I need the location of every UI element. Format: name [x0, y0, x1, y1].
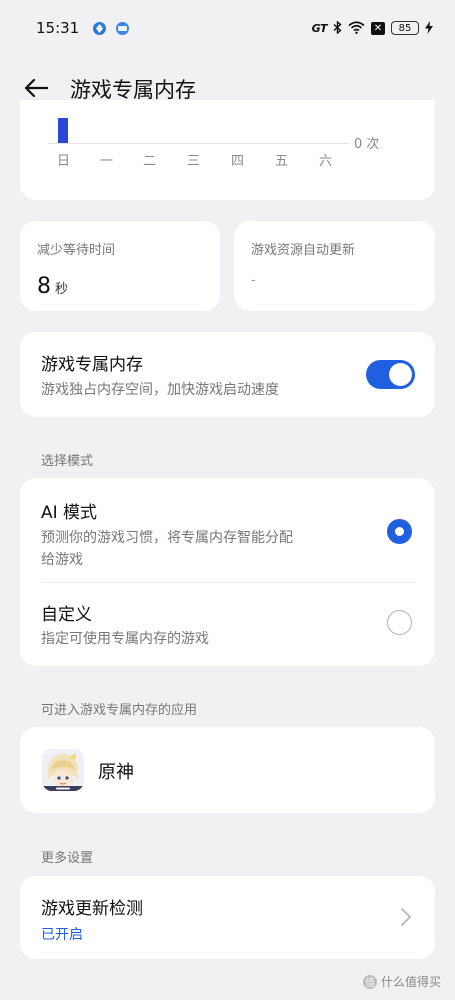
ai-mode-subtitle-line2: 给游戏: [41, 552, 83, 568]
back-button[interactable]: [22, 74, 50, 102]
custom-mode-option[interactable]: 自定义 指定可使用专属内存的游戏: [20, 583, 435, 666]
ai-mode-title: AI 模式: [41, 503, 98, 523]
dedicated-memory-setting[interactable]: 游戏专属内存 游戏独占内存空间，加快游戏启动速度: [20, 332, 435, 417]
watermark: 值 什么值得买: [362, 973, 441, 990]
apps-section-label: 可进入游戏专属内存的应用: [41, 703, 198, 718]
update-check-title: 游戏更新检测: [41, 899, 143, 919]
mode-options-card: AI 模式 预测你的游戏习惯，将专属内存智能分配 给游戏 自定义 指定可使用专属…: [20, 478, 435, 666]
status-time: 15:31: [36, 19, 80, 37]
status-bar: 15:31 GT ✕ 85: [0, 0, 455, 56]
charging-icon: [425, 20, 433, 36]
toggle-knob: [389, 363, 412, 386]
mode-section-label: 选择模式: [41, 454, 94, 469]
wait-time-value: 8秒: [37, 274, 68, 299]
more-section-label: 更多设置: [41, 851, 94, 866]
signal-off-icon: ✕: [371, 21, 385, 35]
ai-mode-radio[interactable]: [387, 519, 412, 544]
dedicated-memory-toggle[interactable]: [366, 360, 415, 389]
update-check-status: 已开启: [41, 927, 83, 943]
chart-unit-label: 0 次: [354, 137, 380, 152]
chart-day-label: 日: [57, 154, 71, 169]
chart-day-label: 六: [319, 154, 333, 169]
ai-mode-option[interactable]: AI 模式 预测你的游戏习惯，将专属内存智能分配 给游戏: [20, 478, 435, 582]
wifi-icon: [348, 20, 365, 36]
chevron-right-icon: [401, 908, 411, 926]
ai-mode-subtitle-line1: 预测你的游戏习惯，将专属内存智能分配: [41, 530, 293, 546]
wait-time-unit: 秒: [55, 282, 69, 297]
gt-mode-icon: GT: [311, 21, 328, 35]
auto-update-card: 游戏资源自动更新 -: [234, 221, 435, 311]
wait-time-label: 减少等待时间: [37, 243, 116, 258]
chart-day-label: 一: [100, 154, 114, 169]
battery-indicator: 85: [391, 21, 419, 35]
update-check-setting[interactable]: 游戏更新检测 已开启: [20, 876, 435, 959]
wait-time-card: 减少等待时间 8秒: [20, 221, 220, 311]
chart-day-label: 五: [275, 154, 289, 169]
dedicated-memory-subtitle: 游戏独占内存空间，加快游戏启动速度: [41, 382, 279, 398]
auto-update-value: -: [251, 273, 256, 288]
gt-app-icon: [116, 21, 130, 35]
notification-app-icon: [93, 21, 107, 35]
custom-mode-subtitle: 指定可使用专属内存的游戏: [41, 631, 209, 647]
chart-bar-sunday: [58, 118, 68, 143]
chart-day-label: 四: [231, 154, 245, 169]
wait-time-number: 8: [37, 274, 51, 299]
app-name: 原神: [98, 762, 134, 783]
arrow-left-icon: [24, 78, 48, 98]
chart-day-label: 二: [143, 154, 157, 169]
watermark-logo-icon: 值: [362, 974, 377, 989]
dedicated-memory-title: 游戏专属内存: [41, 355, 143, 375]
custom-mode-title: 自定义: [41, 605, 92, 625]
app-list-item[interactable]: 原神: [20, 727, 435, 813]
bluetooth-icon: [333, 20, 342, 36]
auto-update-label: 游戏资源自动更新: [251, 243, 356, 258]
custom-mode-radio[interactable]: [387, 610, 412, 635]
status-right-group: GT ✕ 85: [311, 20, 433, 36]
chart-axis-line: [48, 143, 350, 144]
genshin-app-icon: [42, 749, 84, 791]
chart-day-label: 三: [187, 154, 201, 169]
weekly-usage-chart: 0 次 日 一 二 三 四 五 六: [20, 100, 435, 200]
watermark-text: 什么值得买: [380, 975, 441, 989]
